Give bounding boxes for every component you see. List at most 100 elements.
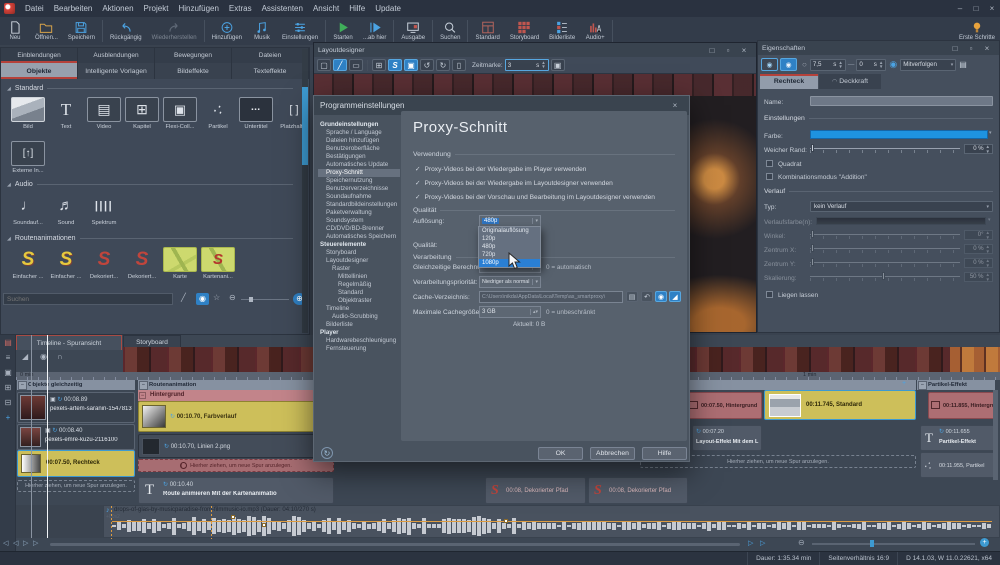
menu-item[interactable]: Assistenten bbox=[257, 0, 308, 17]
razor-icon[interactable]: ◢ bbox=[22, 352, 28, 361]
timeline-clip-selected[interactable]: 00:11.745, Standard bbox=[764, 390, 916, 420]
edit-icon[interactable]: ╱ bbox=[181, 293, 186, 302]
zoom-out-icon[interactable]: ⊖ bbox=[798, 538, 805, 547]
toolbox-tab[interactable]: Einblendungen bbox=[1, 48, 78, 63]
float-icon[interactable]: □ bbox=[947, 40, 963, 57]
standard-view-button[interactable]: Standard bbox=[470, 17, 504, 45]
center-x-value[interactable]: 0 %▲▼ bbox=[964, 244, 993, 254]
undo-button[interactable]: Rückgängig bbox=[105, 17, 147, 45]
track-header[interactable]: −Hintergrund bbox=[138, 390, 334, 401]
cache-size-stepper[interactable]: 3 GB▴▾ bbox=[479, 306, 541, 318]
gradient-type-dropdown[interactable]: kein Verlauf▾ bbox=[810, 201, 993, 212]
music-button[interactable]: Musik bbox=[247, 17, 277, 45]
soft-edge-value[interactable]: 0 %▲▼ bbox=[964, 144, 993, 154]
tree-item[interactable]: Standard bbox=[318, 289, 400, 297]
toolbox-tab[interactable]: Intelligente Vorlagen bbox=[78, 63, 155, 79]
section-audio[interactable]: Audio bbox=[7, 181, 293, 188]
storyboard-view-button[interactable]: Storyboard bbox=[505, 17, 544, 45]
tree-item[interactable]: Soundsystem bbox=[318, 217, 400, 225]
chapter-header[interactable]: Partikel-Effekt bbox=[917, 380, 995, 390]
pin-icon[interactable]: ▫ bbox=[963, 40, 979, 57]
play-small-icon[interactable]: ▷ bbox=[23, 539, 28, 547]
pin-icon[interactable]: ▫ bbox=[720, 42, 736, 59]
audio-view-button[interactable]: Audio+ bbox=[580, 17, 610, 45]
toolbox-tab[interactable]: Ausblendungen bbox=[78, 48, 155, 63]
toolbox-item[interactable]: Bild bbox=[9, 97, 47, 130]
tree-item[interactable]: Mittellinien bbox=[318, 273, 400, 281]
tree-item[interactable]: Soundaufnahme bbox=[318, 193, 400, 201]
center-x-slider[interactable] bbox=[810, 244, 960, 253]
proxy-checkbox[interactable]: ✓Proxy-Videos bei der Wiedergabe im Play… bbox=[415, 165, 586, 173]
tracks-icon[interactable]: ≡ bbox=[0, 350, 16, 365]
clean-cache-icon[interactable]: ◢ bbox=[669, 291, 681, 302]
tree-item[interactable]: Benutzeroberfläche bbox=[318, 145, 400, 153]
add-track-icon[interactable]: + bbox=[902, 380, 906, 387]
close-icon[interactable]: × bbox=[984, 0, 1000, 17]
toolbox-item[interactable]: Externe In... bbox=[9, 141, 47, 174]
tree-item[interactable]: Dateien hinzufügen bbox=[318, 137, 400, 145]
gradient-colors-bar[interactable] bbox=[816, 217, 986, 225]
toolbox-item[interactable]: Partikel bbox=[199, 97, 237, 130]
angle-value[interactable]: 0°▲▼ bbox=[964, 230, 993, 240]
dropdown-option[interactable]: 480p bbox=[479, 243, 540, 251]
timeline-text-item[interactable]: T ↻ 00:10.40 Route animieren Mit der Kar… bbox=[138, 477, 334, 504]
grid-icon[interactable]: ⊞ bbox=[372, 59, 386, 71]
toolbox-search-input[interactable] bbox=[3, 293, 173, 305]
timeline-clip[interactable]: 00:07.50, Hintergrund bbox=[686, 392, 762, 419]
name-input[interactable] bbox=[810, 96, 993, 106]
headphones-icon[interactable]: ∩ bbox=[57, 352, 63, 361]
audio-track[interactable]: ♪ drops-of-glas-by-musicparadise-from-fi… bbox=[103, 505, 1000, 538]
toolbox-item[interactable]: Dekoriert... bbox=[85, 247, 123, 280]
scale-slider[interactable] bbox=[810, 272, 960, 281]
tree-item[interactable]: Audio-Scrubbing bbox=[318, 313, 400, 321]
priority-dropdown[interactable]: Niedriger als normal▾ bbox=[479, 276, 541, 288]
timeline-clip[interactable]: ▣ ↻ 00:08.89 pexels-artem-saranin-154781… bbox=[17, 392, 135, 423]
timeline-hscrollbar[interactable] bbox=[50, 543, 740, 546]
toolbox-item[interactable]: Kartenani... bbox=[199, 247, 237, 280]
toolbox-tab[interactable]: Texteffekte bbox=[232, 63, 309, 79]
tree-item[interactable]: Benutzerverzeichnisse bbox=[318, 185, 400, 193]
float-icon[interactable]: □ bbox=[704, 42, 720, 59]
play-all-icon[interactable]: ▷ bbox=[760, 539, 765, 547]
chapter-header[interactable]: Objekte gleichzeitig bbox=[17, 380, 135, 390]
new-track-dropzone[interactable]: Hierher ziehen, um neue Spur anzulegen. bbox=[17, 480, 135, 492]
tree-item[interactable]: Storyboard bbox=[318, 249, 400, 257]
menu-item[interactable]: Ansicht bbox=[308, 0, 344, 17]
duration-stepper[interactable]: 7,5s▲▼ bbox=[810, 59, 846, 71]
skip-start-icon[interactable]: ◁ bbox=[3, 539, 8, 547]
timeline-vscrollbar[interactable] bbox=[993, 390, 998, 480]
toolbox-item[interactable]: Text bbox=[47, 97, 85, 130]
tree-item[interactable]: Player bbox=[318, 329, 400, 337]
save-button[interactable]: Speichern bbox=[63, 17, 100, 45]
curve-tool-icon[interactable]: S bbox=[388, 59, 402, 71]
playhead[interactable] bbox=[47, 335, 48, 538]
timeline-clip[interactable]: ↻ 00:10.70, Linien 2.png bbox=[138, 434, 334, 458]
tree-item[interactable]: Objektraster bbox=[318, 297, 400, 305]
menu-item[interactable]: Bearbeiten bbox=[49, 0, 98, 17]
toolbox-item[interactable]: Soundauf... bbox=[9, 193, 47, 226]
center-y-value[interactable]: 0 %▲▼ bbox=[964, 258, 993, 268]
minimize-icon[interactable]: – bbox=[952, 0, 968, 17]
scale-value[interactable]: 50 %▲▼ bbox=[964, 272, 993, 282]
zeitmarke-input[interactable]: 3s▲▼ bbox=[505, 59, 549, 71]
close-icon[interactable]: × bbox=[736, 42, 752, 59]
quadrat-checkbox[interactable] bbox=[766, 160, 773, 167]
marker-line[interactable] bbox=[31, 335, 32, 538]
tracking-dropdown[interactable]: Mitverfolgen▾ bbox=[900, 59, 956, 71]
tree-item[interactable]: Raster bbox=[318, 265, 400, 273]
tab-rechteck[interactable]: Rechteck bbox=[760, 74, 818, 89]
angle-slider[interactable] bbox=[810, 230, 960, 239]
toolbox-item[interactable]: Untertitel bbox=[237, 97, 275, 130]
play-icon[interactable]: ▷ bbox=[748, 539, 753, 547]
timeline-text-item[interactable]: ↻ 00:07.20 Layout-Effekt Mit dem L bbox=[692, 425, 762, 451]
play-from-here-button[interactable]: ...ab hier bbox=[358, 17, 391, 45]
tree-item[interactable]: CD/DVD/BD-Brenner bbox=[318, 225, 400, 233]
rotate-right-icon[interactable]: ↻ bbox=[436, 59, 450, 71]
tree-item[interactable]: Bestätigungen bbox=[318, 153, 400, 161]
toolbox-scrollbar[interactable] bbox=[302, 49, 308, 333]
show-cache-eye-icon[interactable]: ◉ bbox=[655, 291, 667, 302]
notes-icon[interactable]: ▤ bbox=[959, 60, 967, 69]
toolbox-item[interactable]: Dekoriert... bbox=[123, 247, 161, 280]
reset-settings-icon[interactable]: ↻ bbox=[321, 447, 333, 459]
toolbox-tab[interactable]: Objekte bbox=[1, 63, 78, 79]
